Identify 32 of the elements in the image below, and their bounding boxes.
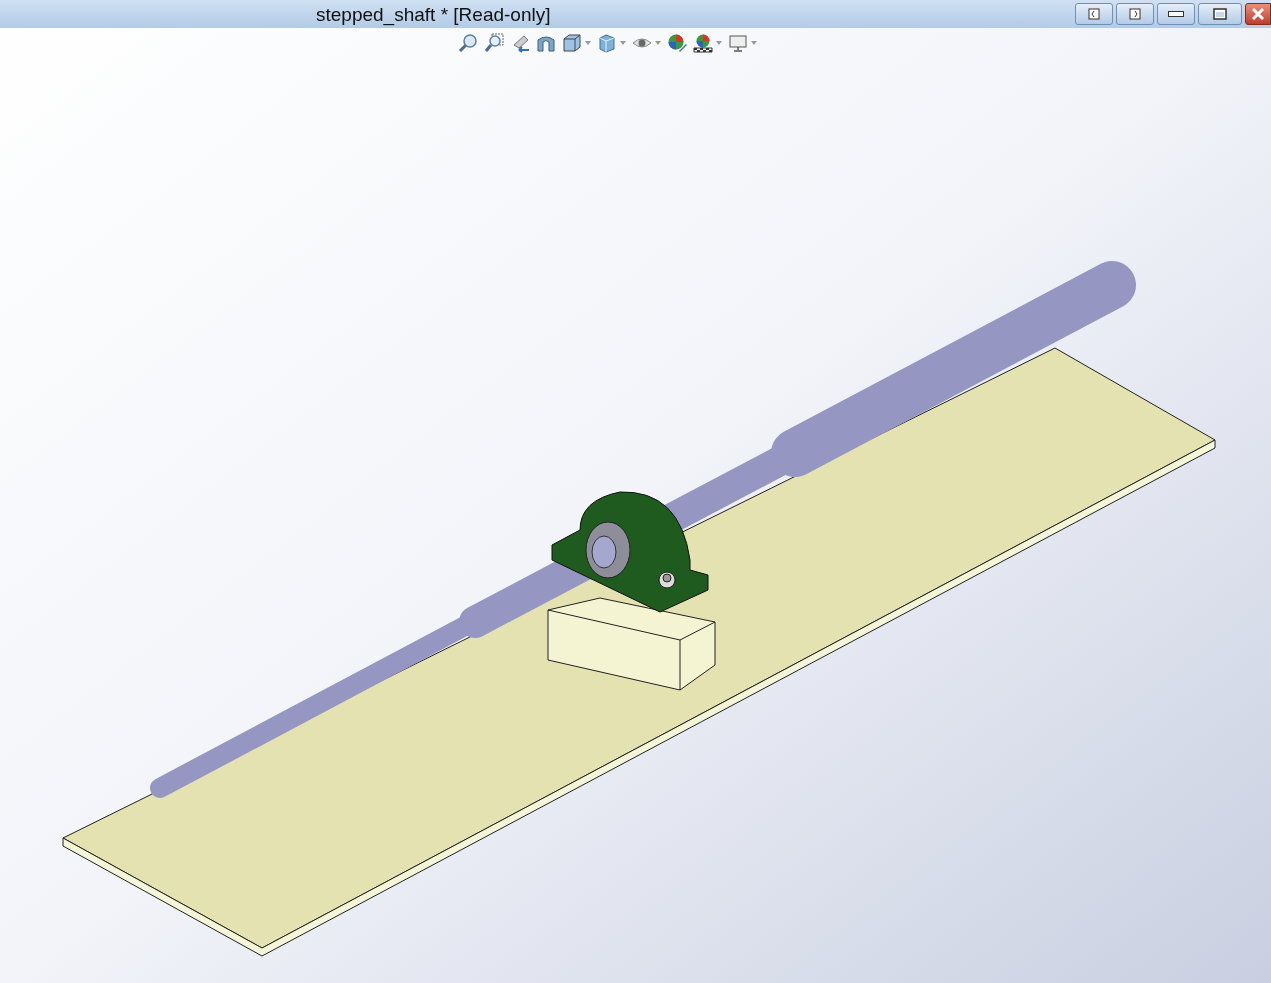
edit-appearance-tool[interactable] <box>667 33 687 53</box>
cube-icon <box>562 33 582 53</box>
pane-left-icon <box>1088 8 1100 20</box>
display-style-tool[interactable] <box>597 33 626 53</box>
scene-tool[interactable] <box>693 33 722 53</box>
shaded-cube-icon <box>597 33 617 53</box>
caret-icon <box>716 41 722 45</box>
zoom-area-tool[interactable] <box>484 33 504 53</box>
maximize-button[interactable] <box>1198 3 1242 25</box>
window-title: stepped_shaft * [Read-only] <box>316 4 551 24</box>
close-button[interactable] <box>1245 3 1271 25</box>
magnifier-icon <box>458 33 478 53</box>
minimize-button[interactable] <box>1157 3 1195 25</box>
view-orientation-tool[interactable] <box>562 33 591 53</box>
caret-icon <box>585 41 591 45</box>
minimize-icon <box>1168 11 1184 17</box>
color-ball-pencil-icon <box>667 33 687 53</box>
caret-icon <box>655 41 661 45</box>
section-view-icon <box>536 33 556 53</box>
caret-icon <box>751 41 757 45</box>
caret-icon <box>620 41 626 45</box>
pane-left-button[interactable] <box>1075 3 1113 25</box>
color-ball-scene-icon <box>693 33 713 53</box>
maximize-icon <box>1213 8 1227 20</box>
zoom-fit-tool[interactable] <box>458 33 478 53</box>
zoom-area-icon <box>484 33 504 53</box>
close-icon <box>1252 8 1264 20</box>
monitor-icon <box>728 33 748 53</box>
section-view-tool[interactable] <box>536 33 556 53</box>
pane-right-button[interactable] <box>1116 3 1154 25</box>
view-settings-tool[interactable] <box>728 33 757 53</box>
pane-right-icon <box>1129 8 1141 20</box>
